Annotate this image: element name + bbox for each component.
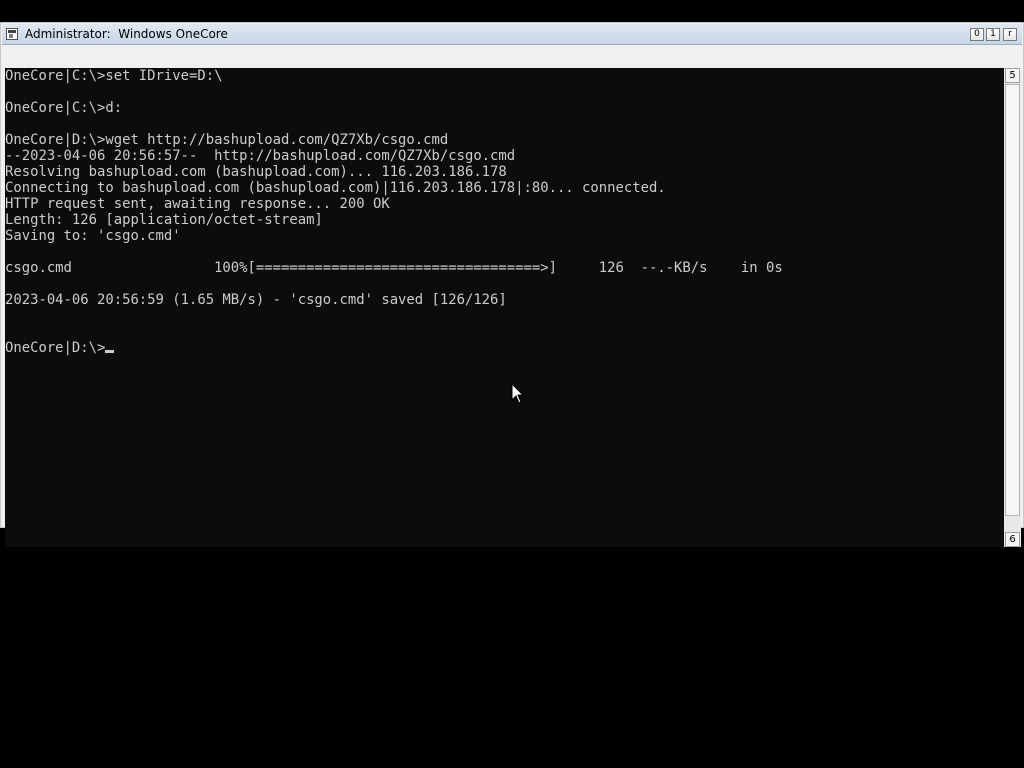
console-output[interactable]: OneCore|C:\>set IDrive=D:\ OneCore|C:\>d:… xyxy=(5,68,1004,547)
console-text: OneCore|C:\>set IDrive=D:\ OneCore|C:\>d:… xyxy=(5,68,783,356)
console-line: Connecting to bashupload.com (bashupload… xyxy=(5,180,666,196)
console-line: HTTP request sent, awaiting response... … xyxy=(5,196,390,212)
console-window[interactable]: Administrator: Windows OneCore 0 1 r One… xyxy=(0,22,1024,547)
console-line: OneCore|C:\>d: xyxy=(5,100,123,116)
close-button[interactable]: r xyxy=(1003,28,1017,41)
console-line: --2023-04-06 20:56:57-- http://bashuploa… xyxy=(5,148,516,164)
console-line: Length: 126 [application/octet-stream] xyxy=(5,212,323,228)
console-line: OneCore|C:\>set IDrive=D:\ xyxy=(5,68,223,84)
mouse-pointer-icon xyxy=(511,383,525,404)
desktop: Administrator: Windows OneCore 0 1 r One… xyxy=(0,0,1024,768)
vertical-scrollbar[interactable]: 5 6 xyxy=(1004,68,1021,547)
console-line: Saving to: 'csgo.cmd' xyxy=(5,228,181,244)
scroll-up-button[interactable]: 5 xyxy=(1005,68,1020,83)
console-line: OneCore|D:\> xyxy=(5,340,783,356)
console-line: csgo.cmd 100%[==========================… xyxy=(5,260,783,276)
text-cursor xyxy=(105,350,115,353)
console-line: OneCore|D:\>wget http://bashupload.com/Q… xyxy=(5,132,449,148)
maximize-button[interactable]: 1 xyxy=(986,28,1000,41)
console-line: Resolving bashupload.com (bashupload.com… xyxy=(5,164,507,180)
title-bar[interactable]: Administrator: Windows OneCore 0 1 r xyxy=(2,24,1022,45)
scroll-down-button[interactable]: 6 xyxy=(1005,532,1020,547)
scroll-thumb[interactable] xyxy=(1005,84,1020,516)
console-icon[interactable] xyxy=(6,28,18,40)
window-title: Administrator: Windows OneCore xyxy=(25,27,228,41)
console-line: 2023-04-06 20:56:59 (1.65 MB/s) - 'csgo.… xyxy=(5,292,507,308)
minimize-button[interactable]: 0 xyxy=(970,28,984,41)
